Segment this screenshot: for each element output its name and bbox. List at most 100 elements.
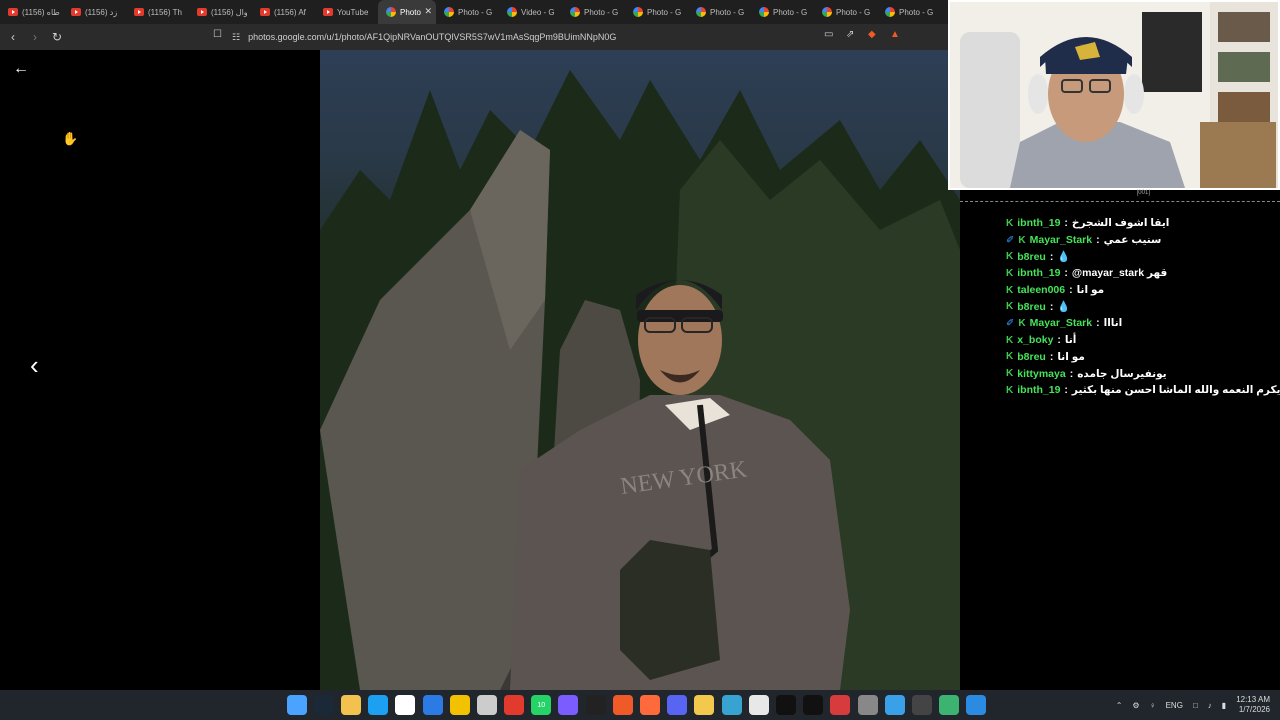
browser-tab[interactable]: (1156) وال xyxy=(189,0,252,24)
bookmark-icon[interactable]: ☐ xyxy=(213,29,222,40)
chat-separator: : xyxy=(1064,384,1068,397)
windows-start-icon[interactable] xyxy=(286,695,307,715)
browser-tab[interactable]: Photo - G xyxy=(625,0,688,24)
chat-separator: : xyxy=(1096,234,1100,247)
chat-header: [001] xyxy=(960,190,1280,202)
chat-text: سنيب عمي xyxy=(1103,234,1162,247)
battery-icon[interactable]: ▮ xyxy=(1222,701,1226,710)
youtube-icon xyxy=(134,8,144,16)
youtube-icon xyxy=(8,8,18,16)
tab-label: Photo - G xyxy=(773,7,808,17)
reload-icon[interactable]: ↻ xyxy=(48,30,66,44)
tab-label: (1156) وال xyxy=(211,7,248,17)
whatsapp-icon[interactable]: 10 xyxy=(531,695,552,715)
tab-label: Photo - G xyxy=(458,7,493,17)
browser-tab[interactable]: Photo - G xyxy=(688,0,751,24)
brave-icon[interactable] xyxy=(612,695,633,715)
tab-label: (1156) طاه xyxy=(22,7,60,17)
close-tab-icon[interactable]: ✕ xyxy=(424,6,432,17)
chat-bubble-icon[interactable] xyxy=(694,695,715,715)
chat-message: Kibnth_19: ايقا اشوف الشجرخ xyxy=(960,215,1280,232)
tab-label: Photo - G xyxy=(836,7,871,17)
back-arrow-icon[interactable]: ← xyxy=(13,60,29,78)
forward-icon[interactable]: › xyxy=(26,30,44,44)
notion-icon[interactable] xyxy=(775,695,796,715)
share-icon[interactable]: ⇗ xyxy=(846,29,854,40)
network-icon[interactable]: □ xyxy=(1193,701,1198,710)
terminal-icon[interactable] xyxy=(911,695,932,715)
youtube-icon xyxy=(323,8,333,16)
browser-tab[interactable]: Video - G xyxy=(499,0,562,24)
chat-text: مو انا xyxy=(1076,284,1105,297)
capture-icon[interactable] xyxy=(830,695,851,715)
file-explorer-icon[interactable] xyxy=(340,695,361,715)
brave-rewards-icon[interactable]: ▲ xyxy=(890,29,900,40)
browser-tab[interactable]: YouTube xyxy=(315,0,378,24)
steam-icon[interactable] xyxy=(313,695,334,715)
github-icon[interactable] xyxy=(585,695,606,715)
browser-tab[interactable]: Photo - G xyxy=(751,0,814,24)
phone-link-icon[interactable] xyxy=(558,695,579,715)
browser-tab[interactable]: Photo - G xyxy=(814,0,877,24)
youtube-icon xyxy=(260,8,270,16)
chat-text: مو انا xyxy=(1057,350,1085,363)
platform-badge-icon: K xyxy=(1006,351,1014,363)
cast-icon[interactable]: ▭ xyxy=(824,29,833,40)
app-icon[interactable] xyxy=(721,695,742,715)
chat-text: ايقا اشوف الشجرخ xyxy=(1071,217,1170,230)
google-photos-icon xyxy=(570,7,580,17)
chat-message: Kkittymaya: يونفيرسال جامده xyxy=(960,365,1280,382)
chat-message: Kb8reu: مو انا xyxy=(960,349,1280,366)
settings-icon[interactable] xyxy=(476,695,497,715)
language-indicator[interactable]: ENG xyxy=(1166,701,1183,710)
media-icon[interactable] xyxy=(504,695,525,715)
platform-badge-icon: K xyxy=(1006,384,1014,396)
chat-separator: : xyxy=(1064,217,1068,230)
chat-username: b8reu xyxy=(1017,300,1046,313)
show-hidden-icons[interactable]: ⌃ xyxy=(1116,701,1123,710)
chat-message: Ktaleen006: مو انا xyxy=(960,282,1280,299)
chat-text: 💧 xyxy=(1057,251,1071,264)
chat-username: ibnth_19 xyxy=(1017,384,1061,397)
browser-tab[interactable]: Photo - G xyxy=(877,0,940,24)
browser-tab[interactable]: (1156) Th xyxy=(126,0,189,24)
maps-icon[interactable] xyxy=(939,695,960,715)
mic-icon[interactable]: ♀ xyxy=(1150,701,1156,710)
chat-username: x_boky xyxy=(1017,334,1054,347)
windows-taskbar: 10 ⌃ ⚙ ♀ ENG □ ♪ ▮ 12:13 AM 1/7/2026 xyxy=(0,690,1280,720)
browser-tab[interactable]: (1156) Af xyxy=(252,0,315,24)
brave-shield-icon[interactable]: ◆ xyxy=(868,29,876,40)
google-photos-icon xyxy=(885,7,895,17)
obs-icon[interactable] xyxy=(803,695,824,715)
photos-icon[interactable] xyxy=(966,695,987,715)
chrome-icon[interactable] xyxy=(748,695,769,715)
edge-icon[interactable] xyxy=(368,695,389,715)
bluetooth-icon[interactable]: ⚙ xyxy=(1132,701,1139,710)
clock[interactable]: 12:13 AM 1/7/2026 xyxy=(1236,695,1270,715)
browser-tab[interactable]: Photo ✕ xyxy=(378,0,436,24)
mail-icon[interactable] xyxy=(422,695,443,715)
browser-tab[interactable]: (1156) طاه xyxy=(0,0,63,24)
chat-message: Kb8reu: 💧 xyxy=(960,248,1280,265)
volume-icon[interactable]: ♪ xyxy=(1208,701,1212,710)
notes-icon[interactable] xyxy=(449,695,470,715)
gear-icon[interactable] xyxy=(857,695,878,715)
site-info-icon[interactable]: ☷ xyxy=(232,32,240,43)
discord-icon[interactable] xyxy=(667,695,688,715)
clock-time: 12:13 AM xyxy=(1236,695,1270,704)
chat-separator: : xyxy=(1049,300,1054,313)
chat-separator: : xyxy=(1049,350,1054,363)
office-icon[interactable] xyxy=(640,695,661,715)
browser-tab[interactable]: Photo - G xyxy=(562,0,625,24)
chat-text: أنا xyxy=(1064,334,1077,347)
tab-label: (1156) Th xyxy=(148,7,182,17)
chat-text: انااا xyxy=(1103,317,1123,330)
store-icon[interactable] xyxy=(395,695,416,715)
browser-tab[interactable]: Photo - G xyxy=(436,0,499,24)
tab-label: Photo xyxy=(400,7,421,17)
browser-tab[interactable]: (1156) زد xyxy=(63,0,126,24)
previous-photo-icon[interactable]: ‹ xyxy=(30,350,39,381)
vscode-icon[interactable] xyxy=(884,695,905,715)
address-bar[interactable]: ☷ photos.google.com/u/1/photo/AF1QipNRVa… xyxy=(232,28,922,46)
back-icon[interactable]: ‹ xyxy=(4,30,22,44)
